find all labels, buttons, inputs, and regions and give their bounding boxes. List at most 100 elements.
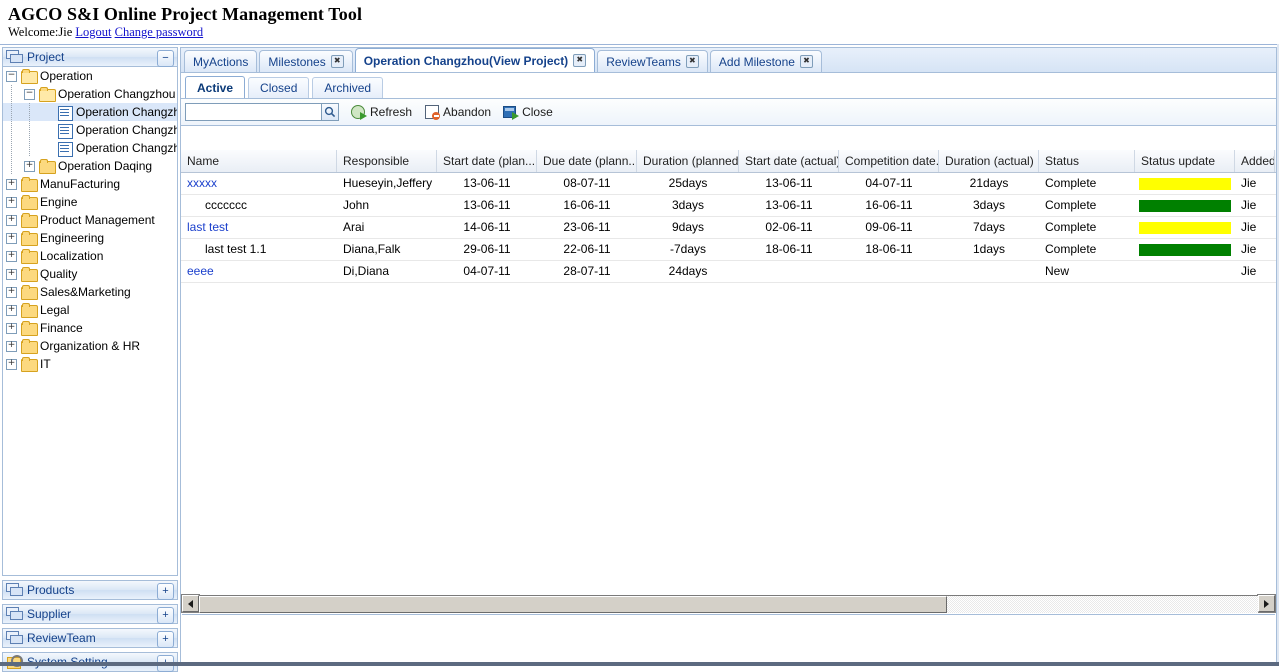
search-button[interactable] [321, 103, 339, 121]
expand-button[interactable]: + [157, 631, 174, 648]
grid-column-header[interactable]: Duration (actual) [939, 150, 1039, 172]
project-panel-header[interactable]: Project − [2, 47, 178, 67]
tab-close-icon[interactable]: ✖ [685, 55, 699, 68]
tree-toggle-cell[interactable]: + [3, 193, 21, 211]
tree-toggle[interactable]: + [6, 251, 17, 262]
tree-toggle[interactable]: − [24, 89, 35, 100]
project-name-link[interactable]: last test [187, 220, 228, 234]
tree-toggle-cell[interactable]: + [3, 247, 21, 265]
table-row[interactable]: eeee Di,Diana 04-07-11 28-07-11 24days New Jie [181, 261, 1276, 283]
grid-column-header[interactable]: Name [181, 150, 337, 172]
tree-toggle-cell[interactable]: + [3, 319, 21, 337]
grid-column-header[interactable]: Status [1039, 150, 1135, 172]
tree-toggle[interactable]: + [6, 341, 17, 352]
tree-toggle[interactable]: + [6, 287, 17, 298]
horizontal-scrollbar[interactable] [181, 594, 1276, 613]
scrollbar-track[interactable] [199, 594, 1258, 613]
grid-column-header[interactable]: Status update [1135, 150, 1235, 172]
tree-node[interactable]: + Localization [3, 247, 177, 265]
tree-node[interactable]: + Legal [3, 301, 177, 319]
tree-node[interactable]: + Finance [3, 319, 177, 337]
grid-column-header[interactable]: Start date (plan... [437, 150, 537, 172]
tab-myactions[interactable]: MyActions [184, 50, 258, 72]
tree-toggle[interactable]: + [6, 179, 17, 190]
collapse-button[interactable]: − [157, 50, 174, 67]
tree-node[interactable]: + Sales&Marketing [3, 283, 177, 301]
tree-toggle-cell[interactable]: + [3, 355, 21, 373]
table-row[interactable]: last test Arai 14-06-11 23-06-11 9days 02-06-… [181, 217, 1276, 239]
tree-node[interactable]: + Operation Daqing [3, 157, 177, 175]
tree-node[interactable]: + Quality [3, 265, 177, 283]
subtab-active[interactable]: Active [185, 76, 246, 98]
tree-toggle-cell[interactable]: − [21, 85, 39, 103]
sidebar-panel-products[interactable]: Products + [2, 580, 178, 600]
tree-node[interactable]: + Product Management [3, 211, 177, 229]
tree-toggle-cell[interactable]: + [3, 229, 21, 247]
tree-toggle[interactable]: − [6, 71, 17, 82]
tree-toggle[interactable]: + [6, 197, 17, 208]
tree-toggle-cell[interactable]: + [3, 175, 21, 193]
tree-toggle[interactable]: + [6, 323, 17, 334]
scrollbar-thumb[interactable] [199, 595, 947, 613]
tab-milestones[interactable]: Milestones ✖ [259, 50, 353, 72]
expand-button[interactable]: + [157, 583, 174, 600]
tree-node[interactable]: − Operation Changzhou [3, 85, 177, 103]
tree-toggle[interactable]: + [6, 359, 17, 370]
tree-node[interactable]: + Engine [3, 193, 177, 211]
cell-name: xxxxx [181, 173, 337, 194]
logout-link[interactable]: Logout [75, 25, 111, 39]
tree-node[interactable]: Operation Changzhou [3, 103, 177, 121]
scroll-left-button[interactable] [181, 594, 200, 613]
tree-toggle-cell[interactable]: + [3, 337, 21, 355]
grid-column-header[interactable]: Start date (actual) [739, 150, 839, 172]
tree-node[interactable]: + IT [3, 355, 177, 373]
search-input[interactable] [185, 103, 321, 121]
tab-reviewteams[interactable]: ReviewTeams ✖ [597, 50, 708, 72]
grid-column-header[interactable]: Added [1235, 150, 1275, 172]
tree-toggle-cell[interactable]: + [3, 283, 21, 301]
tree-toggle[interactable]: + [6, 215, 17, 226]
tree-node[interactable]: + Organization & HR [3, 337, 177, 355]
tree-toggle-cell[interactable]: + [3, 265, 21, 283]
table-row[interactable]: last test 1.1 Diana,Falk 29-06-11 22-06-11 -… [181, 239, 1276, 261]
grid-column-header[interactable]: Responsible [337, 150, 437, 172]
abandon-button[interactable]: Abandon [419, 102, 496, 122]
sidebar-panel-reviewteam[interactable]: ReviewTeam + [2, 628, 178, 648]
grid-column-header[interactable]: Duration (planned) [637, 150, 739, 172]
tree-toggle[interactable]: + [6, 233, 17, 244]
expand-button[interactable]: + [157, 607, 174, 624]
cell-start-actual: 18-06-11 [765, 242, 813, 256]
project-name-link[interactable]: eeee [187, 264, 214, 278]
grid-column-header[interactable]: Competition date... [839, 150, 939, 172]
refresh-button[interactable]: Refresh [346, 102, 417, 122]
subtab-closed[interactable]: Closed [248, 77, 310, 98]
tab-operation-changzhou-view-project[interactable]: Operation Changzhou(View Project) ✖ [354, 48, 596, 72]
close-button[interactable]: Close [498, 102, 558, 122]
tree-node[interactable]: Operation Changzhou [3, 121, 177, 139]
grid-column-header[interactable]: Due date (plann... [537, 150, 637, 172]
tree-node[interactable]: + ManuFacturing [3, 175, 177, 193]
tab-add-milestone[interactable]: Add Milestone ✖ [709, 50, 822, 72]
tree-toggle[interactable]: + [6, 269, 17, 280]
subtab-label: Active [197, 80, 234, 95]
scroll-right-button[interactable] [1257, 594, 1276, 613]
tree-toggle-cell[interactable]: + [3, 211, 21, 229]
tree-node[interactable]: Operation Changzhou [3, 139, 177, 157]
tab-close-icon[interactable]: ✖ [573, 54, 587, 67]
tab-close-icon[interactable]: ✖ [799, 55, 813, 68]
tree-toggle-cell[interactable]: + [3, 301, 21, 319]
tree-toggle[interactable]: + [24, 161, 35, 172]
cell-status-update [1135, 239, 1235, 260]
tree-toggle-cell[interactable]: + [21, 157, 39, 175]
subtab-archived[interactable]: Archived [312, 77, 384, 98]
table-row[interactable]: xxxxx Hueseyin,Jeffery 13-06-11 08-07-11 25d… [181, 173, 1276, 195]
tree-toggle-cell[interactable]: − [3, 67, 21, 85]
project-name-link[interactable]: xxxxx [187, 176, 217, 190]
change-password-link[interactable]: Change password [115, 25, 204, 39]
tab-close-icon[interactable]: ✖ [330, 55, 344, 68]
sidebar-panel-supplier[interactable]: Supplier + [2, 604, 178, 624]
tree-node[interactable]: − Operation [3, 67, 177, 85]
tree-toggle[interactable]: + [6, 305, 17, 316]
tree-node[interactable]: + Engineering [3, 229, 177, 247]
table-row[interactable]: ccccccc John 13-06-11 16-06-11 3days 13-06-11… [181, 195, 1276, 217]
